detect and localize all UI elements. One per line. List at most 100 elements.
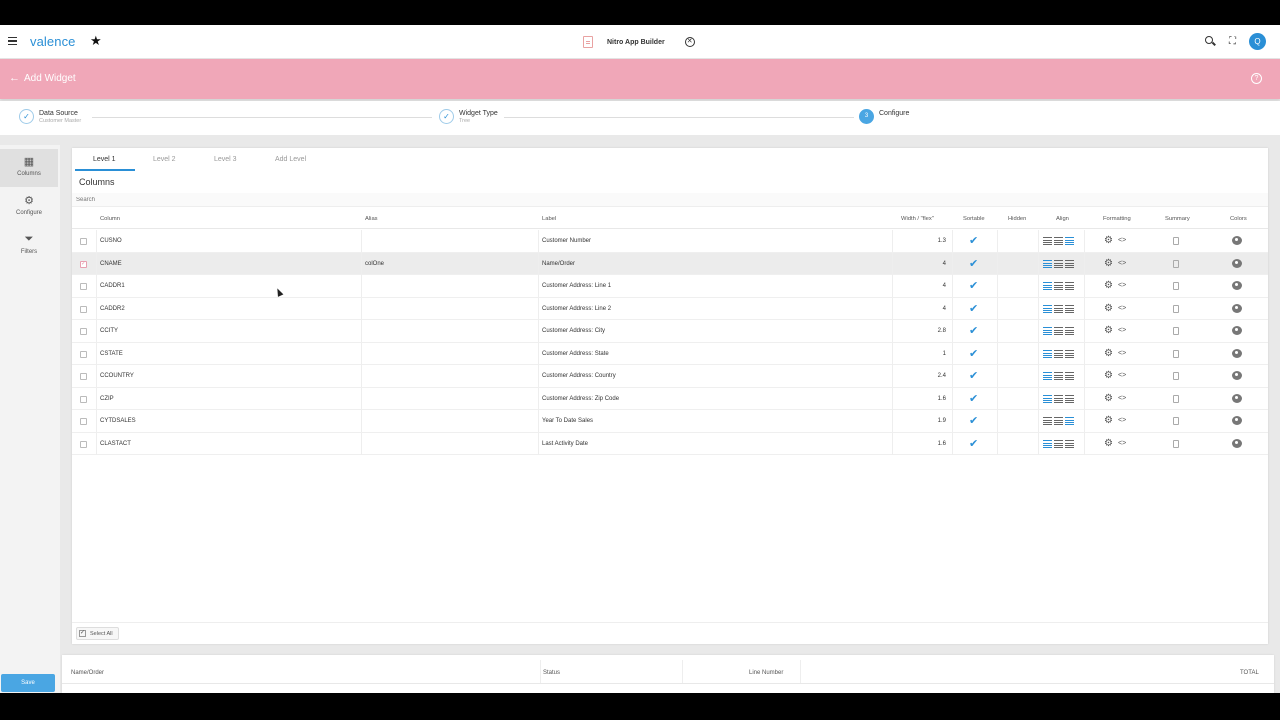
align-right-icon[interactable] (1065, 304, 1074, 313)
search-icon[interactable] (1205, 36, 1213, 44)
align-right-icon[interactable] (1065, 237, 1074, 245)
row-checkbox[interactable] (80, 373, 87, 380)
cell-label[interactable]: Customer Address: Country (542, 373, 616, 379)
align-left-icon[interactable] (1043, 259, 1052, 268)
rail-item-filters[interactable]: ⏷ Filters (0, 227, 58, 265)
palette-icon[interactable] (1232, 236, 1242, 245)
align-left-icon[interactable] (1043, 394, 1052, 403)
tab-level-2[interactable]: Level 2 (153, 156, 176, 163)
code-icon[interactable]: <> (1118, 350, 1126, 357)
code-icon[interactable]: <> (1118, 282, 1126, 289)
table-row[interactable]: CSTATE Customer Address: State 1 ✔ ⚙ <> (72, 342, 1268, 365)
align-left-icon[interactable] (1043, 282, 1052, 290)
cell-width[interactable]: 1.6 (926, 441, 946, 447)
table-row[interactable]: CCOUNTRY Customer Address: Country 2.4 ✔ ⚙ <> (72, 365, 1268, 388)
cell-label[interactable]: Name/Order (542, 261, 575, 267)
align-center-icon[interactable] (1054, 282, 1063, 290)
align-right-icon[interactable] (1065, 259, 1074, 268)
calculator-icon[interactable] (1173, 327, 1179, 335)
rail-item-configure[interactable]: ⚙ Configure (0, 188, 58, 226)
fullscreen-icon[interactable]: ⛶ (1229, 37, 1236, 47)
format-gear-icon[interactable]: ⚙ (1104, 258, 1113, 269)
format-gear-icon[interactable]: ⚙ (1104, 280, 1113, 291)
cell-label[interactable]: Customer Number (542, 238, 591, 244)
close-tab-icon[interactable]: ✕ (684, 37, 695, 47)
table-row[interactable]: CNAME colOne Name/Order 4 ✔ ⚙ <> (72, 252, 1268, 275)
code-icon[interactable]: <> (1118, 440, 1126, 447)
cell-label[interactable]: Customer Address: Line 2 (542, 306, 611, 312)
cell-label[interactable]: Customer Address: City (542, 328, 605, 334)
cell-label[interactable]: Customer Address: Line 1 (542, 283, 611, 289)
preview-col-name-order[interactable]: Name/Order (71, 670, 104, 676)
format-gear-icon[interactable]: ⚙ (1104, 235, 1113, 246)
th-alias[interactable]: Alias (365, 216, 378, 222)
brand-logo[interactable]: valence (30, 34, 76, 49)
row-checkbox[interactable] (80, 395, 87, 403)
th-align[interactable]: Align (1056, 216, 1069, 222)
align-left-icon[interactable] (1043, 417, 1052, 425)
align-right-icon[interactable] (1065, 282, 1074, 290)
tab-add-level[interactable]: Add Level (275, 156, 306, 163)
align-center-icon[interactable] (1054, 394, 1063, 403)
row-checkbox[interactable] (80, 440, 87, 448)
th-sortable[interactable]: Sortable (963, 216, 985, 222)
help-icon[interactable]: ? (1251, 73, 1262, 84)
cell-width[interactable]: 4 (926, 306, 946, 312)
preview-col-total[interactable]: TOTAL (1240, 670, 1259, 676)
calculator-icon[interactable] (1173, 394, 1179, 403)
cell-width[interactable]: 1.6 (926, 396, 946, 402)
align-center-icon[interactable] (1054, 417, 1063, 425)
cell-label[interactable]: Last Activity Date (542, 441, 588, 447)
cell-width[interactable]: 1 (926, 351, 946, 357)
align-right-icon[interactable] (1065, 439, 1074, 448)
table-row[interactable]: CLASTACT Last Activity Date 1.6 ✔ ⚙ <> (72, 432, 1268, 455)
app-tab[interactable]: Nitro App Builder ✕ (583, 34, 695, 50)
table-row[interactable]: CZIP Customer Address: Zip Code 1.6 ✔ ⚙ <> (72, 387, 1268, 410)
table-row[interactable]: CADDR2 Customer Address: Line 2 4 ✔ ⚙ <> (72, 297, 1268, 320)
table-row[interactable]: CCITY Customer Address: City 2.8 ✔ ⚙ <> (72, 320, 1268, 343)
calculator-icon[interactable] (1173, 237, 1179, 245)
palette-icon[interactable] (1232, 281, 1242, 290)
th-column[interactable]: Column (100, 216, 120, 222)
palette-icon[interactable] (1232, 348, 1242, 358)
sortable-check-icon[interactable]: ✔ (969, 302, 978, 315)
table-row[interactable]: CADDR1 Customer Address: Line 1 4 ✔ ⚙ <> (72, 275, 1268, 298)
align-center-icon[interactable] (1054, 237, 1063, 245)
sortable-check-icon[interactable]: ✔ (969, 369, 978, 382)
align-right-icon[interactable] (1065, 327, 1074, 335)
sortable-check-icon[interactable]: ✔ (969, 257, 978, 270)
align-right-icon[interactable] (1065, 372, 1074, 380)
step-configure[interactable]: 3 Configure (859, 109, 909, 124)
align-center-icon[interactable] (1054, 372, 1063, 380)
code-icon[interactable]: <> (1118, 372, 1126, 379)
cell-width[interactable]: 4 (926, 283, 946, 289)
cell-label[interactable]: Customer Address: State (542, 351, 609, 357)
format-gear-icon[interactable]: ⚙ (1104, 415, 1113, 426)
palette-icon[interactable] (1232, 303, 1242, 313)
step-widget-type[interactable]: ✓ Widget Type Tree (439, 109, 498, 124)
row-checkbox[interactable] (80, 328, 87, 335)
row-checkbox[interactable] (80, 238, 87, 245)
align-center-icon[interactable] (1054, 349, 1063, 358)
tab-level-3[interactable]: Level 3 (214, 156, 237, 163)
step-data-source[interactable]: ✓ Data Source Customer Master (19, 109, 81, 124)
align-left-icon[interactable] (1043, 304, 1052, 313)
row-checkbox[interactable] (80, 418, 87, 425)
calculator-icon[interactable] (1173, 349, 1179, 358)
align-left-icon[interactable] (1043, 237, 1052, 245)
sortable-check-icon[interactable]: ✔ (969, 392, 978, 405)
cell-label[interactable]: Customer Address: Zip Code (542, 396, 619, 402)
format-gear-icon[interactable]: ⚙ (1104, 325, 1113, 336)
table-row[interactable]: CUSNO Customer Number 1.3 ✔ ⚙ <> (72, 230, 1268, 253)
palette-icon[interactable] (1232, 393, 1242, 403)
sortable-check-icon[interactable]: ✔ (969, 347, 978, 360)
align-center-icon[interactable] (1054, 439, 1063, 448)
cell-width[interactable]: 2.8 (926, 328, 946, 334)
select-all-checkbox[interactable]: ✓ (79, 630, 86, 637)
th-label[interactable]: Label (542, 216, 556, 222)
cell-width[interactable]: 4 (926, 261, 946, 267)
align-center-icon[interactable] (1054, 327, 1063, 335)
align-left-icon[interactable] (1043, 349, 1052, 358)
row-checkbox[interactable] (80, 283, 87, 290)
code-icon[interactable]: <> (1118, 327, 1126, 334)
